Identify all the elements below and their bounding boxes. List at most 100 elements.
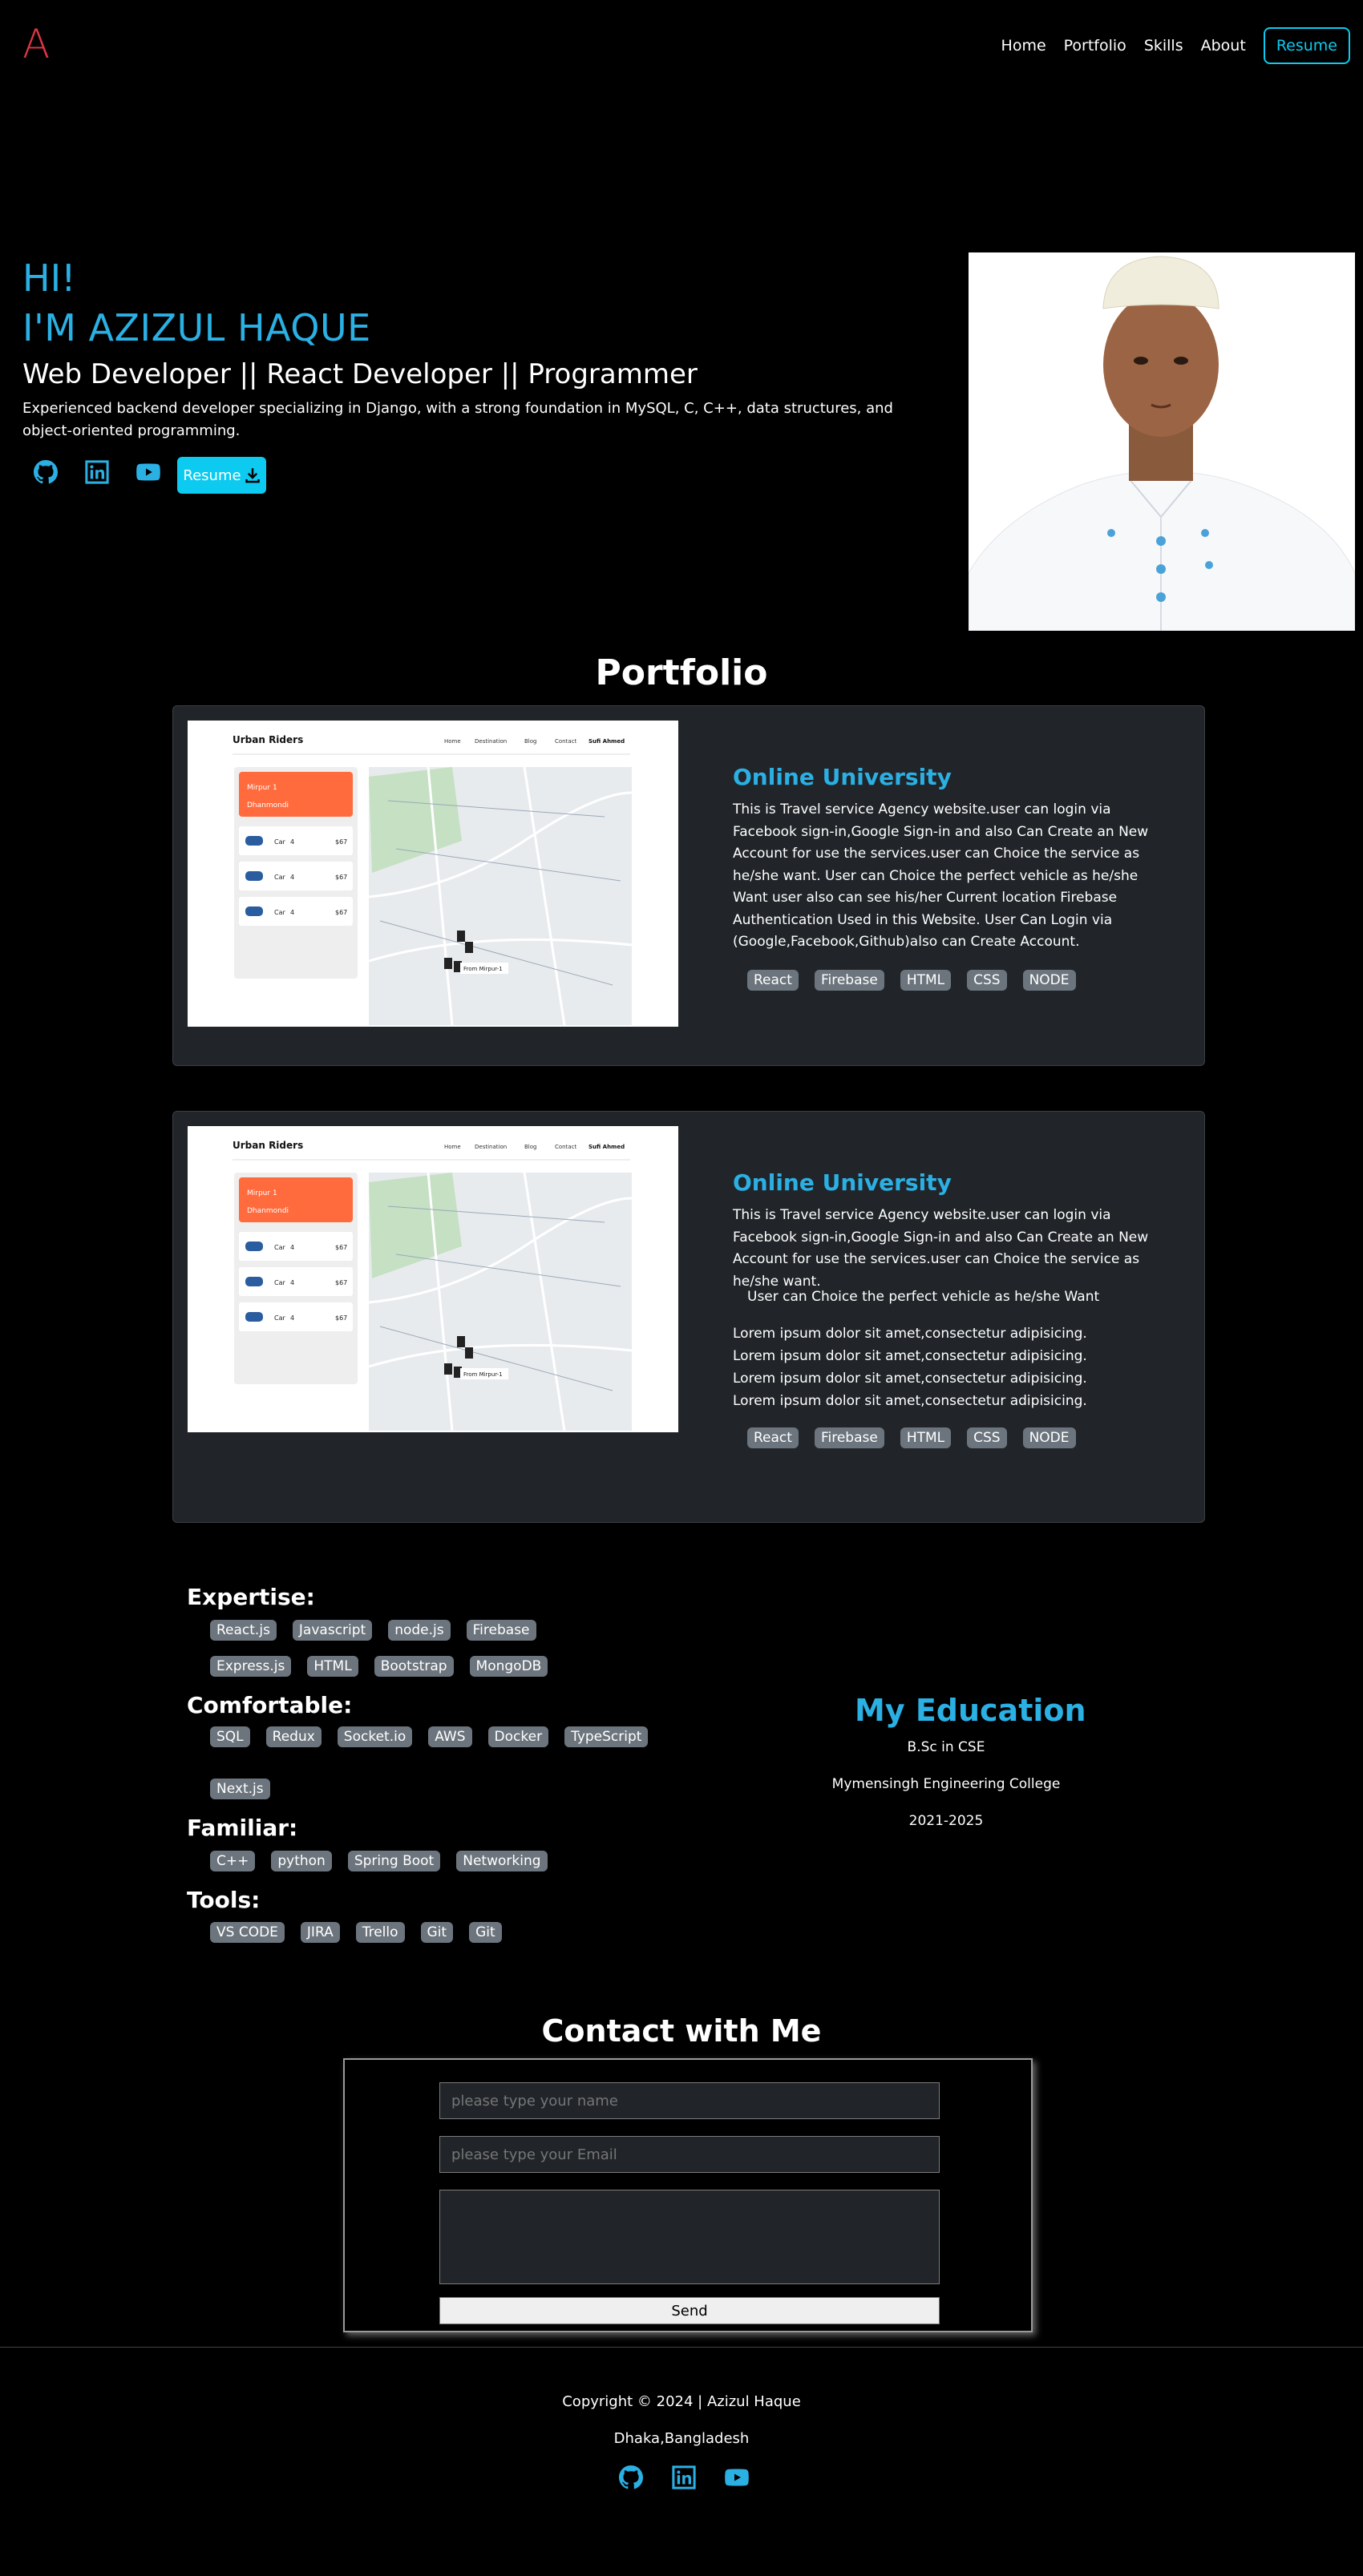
download-icon xyxy=(245,468,260,483)
skill-tag: Firebase xyxy=(466,1620,536,1641)
hero-name: I'M AZIZUL HAQUE xyxy=(22,306,371,349)
shot-row3-cap: 4 xyxy=(290,909,294,916)
tag-html: HTML xyxy=(900,1427,952,1448)
project-lorem-1: Lorem ipsum dolor sit amet,consectetur a… xyxy=(733,1326,1087,1342)
hero-resume-label: Resume xyxy=(183,466,241,484)
tag-react: React xyxy=(747,1427,799,1448)
skill-tag: TypeScript xyxy=(564,1726,649,1747)
github-icon[interactable] xyxy=(32,458,59,486)
shot2-row2-price: $67 xyxy=(335,1279,347,1286)
hero-description: Experienced backend developer specializi… xyxy=(22,400,893,439)
shot-row1-price: $67 xyxy=(335,838,347,846)
skill-tag: JIRA xyxy=(300,1922,340,1943)
skill-tag: Redux xyxy=(265,1726,322,1747)
skills-tools-heading: Tools: xyxy=(187,1887,261,1913)
skills-comfortable-heading: Comfortable: xyxy=(187,1692,353,1718)
shot-row1-name: Car xyxy=(274,838,285,846)
project-description-2: This is Travel service Agency website.us… xyxy=(733,1207,1149,1290)
shot-map-label: From Mirpur-1 xyxy=(463,966,503,972)
portfolio-title: Portfolio xyxy=(595,652,768,693)
skill-tag: Spring Boot xyxy=(347,1851,441,1871)
main-nav: Home Portfolio Skills About Resume xyxy=(1001,27,1350,64)
email-input[interactable] xyxy=(439,2136,940,2173)
skills-familiar-heading: Familiar: xyxy=(187,1815,298,1841)
shot2-row3-cap: 4 xyxy=(290,1314,294,1322)
nav-home[interactable]: Home xyxy=(1001,37,1046,55)
education-school: Mymensingh Engineering College xyxy=(831,1776,1061,1792)
tag-css: CSS xyxy=(967,970,1007,991)
skill-tag: React.js xyxy=(210,1620,277,1641)
skill-tag: Express.js xyxy=(210,1656,292,1677)
footer-divider xyxy=(0,2347,1363,2348)
hero-resume-button[interactable]: Resume xyxy=(177,457,266,494)
education-degree: B.Sc in CSE xyxy=(907,1739,985,1755)
tag-node: NODE xyxy=(1022,970,1076,991)
hero-greeting: HI! xyxy=(22,256,76,300)
shot-nav-home: Home xyxy=(444,738,461,745)
skill-tag: Javascript xyxy=(292,1620,373,1641)
tag-html: HTML xyxy=(900,970,952,991)
education-years: 2021-2025 xyxy=(908,1813,984,1829)
shot2-nav-user: Sufi Ahmed xyxy=(588,1144,625,1150)
skills-comfortable-row-2: Next.js xyxy=(210,1779,270,1799)
shot2-row1-cap: 4 xyxy=(290,1244,294,1251)
send-button[interactable]: Send xyxy=(439,2297,940,2324)
shot2-from: Mirpur 1 xyxy=(247,1189,277,1197)
shot-nav-contact: Contact xyxy=(555,738,576,745)
linkedin-icon[interactable] xyxy=(670,2464,698,2491)
tag-node: NODE xyxy=(1022,1427,1076,1448)
project-card-1: Urban Riders Home Destination Blog Conta… xyxy=(172,705,1205,1066)
skill-tag: HTML xyxy=(307,1656,358,1677)
shot2-nav-contact: Contact xyxy=(555,1144,576,1150)
shot2-brand: Urban Riders xyxy=(233,1140,303,1151)
project-description-1: This is Travel service Agency website.us… xyxy=(733,801,1149,950)
project-lorem-3: Lorem ipsum dolor sit amet,consectetur a… xyxy=(733,1371,1087,1387)
youtube-icon[interactable] xyxy=(723,2464,750,2491)
skill-tag: python xyxy=(271,1851,332,1871)
contact-title: Contact with Me xyxy=(541,2013,822,2049)
project-screenshot-2: Urban Riders Home Destination Blog Conta… xyxy=(188,1126,678,1432)
linkedin-icon[interactable] xyxy=(83,458,111,486)
skills-tools-row: VS CODE JIRA Trello Git Git xyxy=(210,1922,502,1943)
skill-tag: MongoDB xyxy=(469,1656,548,1677)
nav-skills[interactable]: Skills xyxy=(1144,37,1183,55)
skill-tag: Git xyxy=(469,1922,502,1943)
name-input[interactable] xyxy=(439,2082,940,2119)
site-logo[interactable]: A xyxy=(22,24,50,64)
hero-role: Web Developer || React Developer || Prog… xyxy=(22,358,698,390)
profile-photo xyxy=(969,252,1355,631)
shot2-row3-price: $67 xyxy=(335,1314,347,1322)
shot2-row2-cap: 4 xyxy=(290,1279,294,1286)
tag-react: React xyxy=(747,970,799,991)
shot2-row1-price: $67 xyxy=(335,1244,347,1251)
message-textarea[interactable] xyxy=(439,2190,940,2284)
shot-row1-cap: 4 xyxy=(290,838,294,846)
shot-row2-price: $67 xyxy=(335,874,347,881)
shot-row3-price: $67 xyxy=(335,909,347,916)
shot-row2-name: Car xyxy=(274,874,285,881)
hero-social-links xyxy=(32,458,162,486)
shot-to: Dhanmondi xyxy=(247,801,289,810)
youtube-icon[interactable] xyxy=(135,458,162,486)
project-bullet-2: User can Choice the perfect vehicle as h… xyxy=(747,1289,1100,1305)
nav-resume-button[interactable]: Resume xyxy=(1263,27,1350,64)
skill-tag: C++ xyxy=(210,1851,256,1871)
nav-about[interactable]: About xyxy=(1201,37,1246,55)
project-title-2: Online University xyxy=(733,1169,952,1196)
shot2-nav-home: Home xyxy=(444,1144,461,1150)
shot-from: Mirpur 1 xyxy=(247,784,277,792)
skill-tag: Networking xyxy=(456,1851,548,1871)
skill-tag: node.js xyxy=(388,1620,451,1641)
shot2-map-label: From Mirpur-1 xyxy=(463,1371,503,1378)
nav-portfolio[interactable]: Portfolio xyxy=(1064,37,1126,55)
github-icon[interactable] xyxy=(617,2464,645,2491)
shot2-nav-blog: Blog xyxy=(524,1144,536,1150)
skills-expertise-heading: Expertise: xyxy=(187,1584,315,1610)
shot-brand: Urban Riders xyxy=(233,734,303,745)
project-card-2: Urban Riders Home Destination Blog Conta… xyxy=(172,1111,1205,1523)
shot-row2-cap: 4 xyxy=(290,874,294,881)
project-lorem-2: Lorem ipsum dolor sit amet,consectetur a… xyxy=(733,1348,1087,1364)
skill-tag: Trello xyxy=(355,1922,405,1943)
tag-firebase: Firebase xyxy=(814,1427,884,1448)
skill-tag: Next.js xyxy=(210,1779,270,1799)
